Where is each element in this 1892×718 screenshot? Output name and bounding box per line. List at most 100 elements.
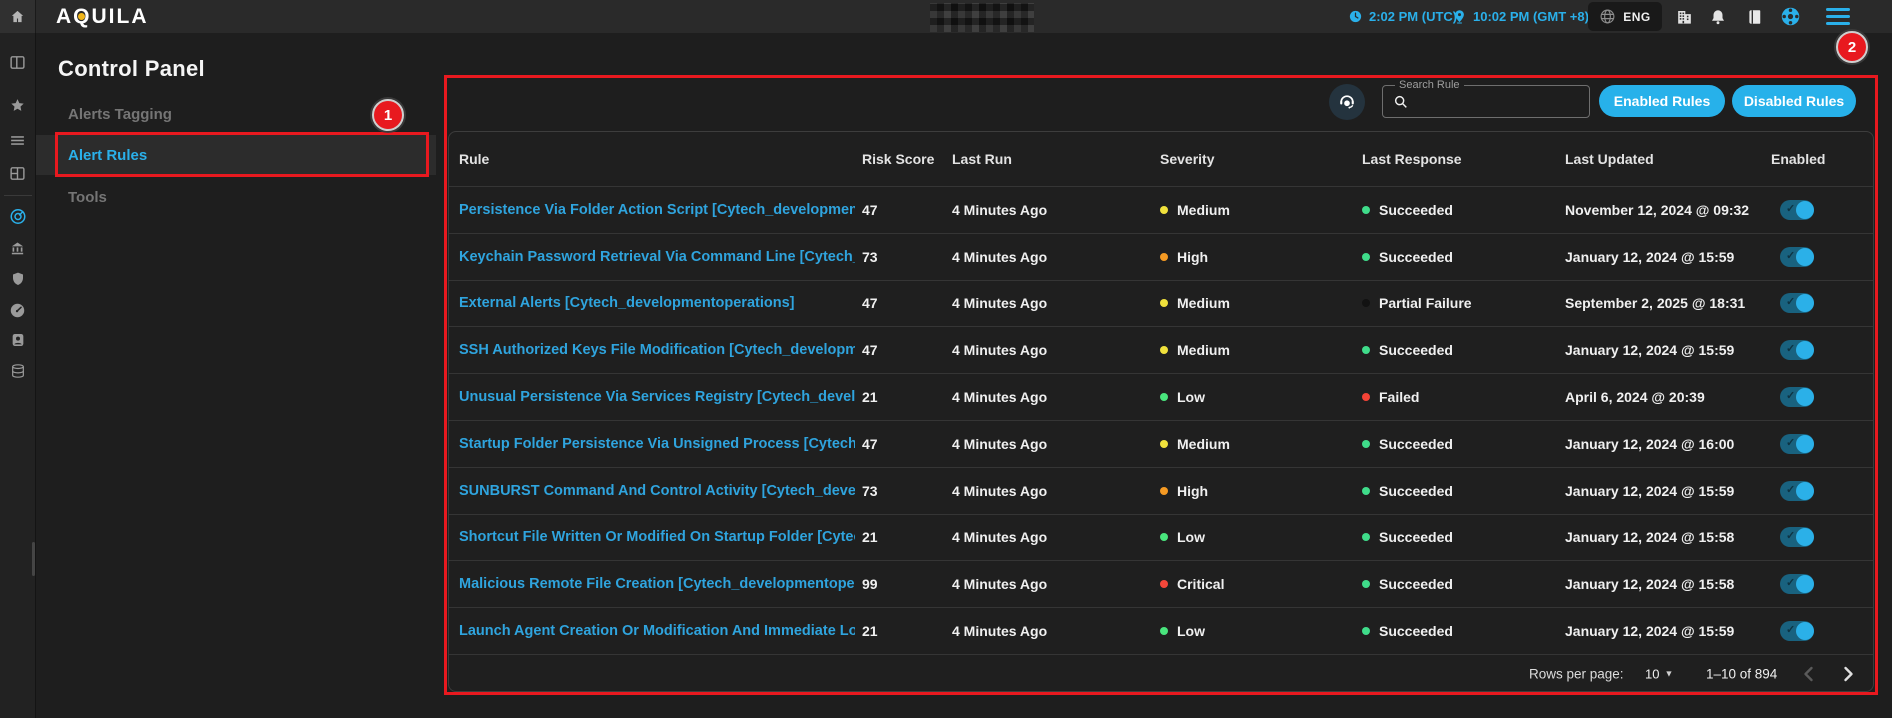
check-icon: ✓: [1786, 436, 1795, 449]
support-agent-button[interactable]: [1329, 84, 1365, 120]
response-dot: [1362, 206, 1370, 214]
menu-hamburger-icon[interactable]: [1826, 8, 1850, 25]
table-row: Startup Folder Persistence Via Unsigned …: [449, 420, 1873, 467]
gauge-speedometer-icon[interactable]: [9, 301, 27, 319]
severity-dot: [1160, 533, 1168, 541]
home-button[interactable]: [0, 0, 36, 33]
check-icon: ✓: [1786, 342, 1795, 355]
rule-link[interactable]: Persistence Via Folder Action Script [Cy…: [459, 202, 855, 218]
redacted-text-block: [930, 3, 1034, 32]
split-panel-icon[interactable]: [9, 53, 27, 71]
enabled-toggle[interactable]: ✓: [1780, 387, 1814, 407]
toggle-knob: [1796, 388, 1814, 406]
rule-link[interactable]: Startup Folder Persistence Via Unsigned …: [459, 436, 855, 452]
last-run: 4 Minutes Ago: [952, 342, 1047, 358]
rule-link[interactable]: Malicious Remote File Creation [Cytech_d…: [459, 576, 855, 592]
sidebar-item-alert-rules[interactable]: Alert Rules: [36, 135, 436, 175]
local-time: 10:02 PM (GMT +8): [1452, 0, 1589, 33]
notifications-bell-icon[interactable]: [1707, 6, 1728, 27]
home-icon: [9, 8, 26, 25]
rule-link[interactable]: External Alerts [Cytech_developmentopera…: [459, 295, 855, 311]
last-updated: September 2, 2025 @ 18:31: [1565, 295, 1745, 311]
organization-icon[interactable]: [1674, 6, 1695, 27]
check-icon: ✓: [1786, 389, 1795, 402]
last-run: 4 Minutes Ago: [952, 623, 1047, 639]
database-icon[interactable]: [9, 362, 27, 380]
enabled-toggle[interactable]: ✓: [1780, 340, 1814, 360]
check-icon: ✓: [1786, 483, 1795, 496]
risk-score: 47: [862, 342, 878, 358]
response-dot: [1362, 533, 1370, 541]
enabled-toggle[interactable]: ✓: [1780, 574, 1814, 594]
toggle-knob: [1796, 294, 1814, 312]
scrollbar-thumb[interactable]: [32, 542, 35, 576]
toggle-knob: [1796, 341, 1814, 359]
toggle-knob: [1796, 575, 1814, 593]
response-label: Succeeded: [1379, 202, 1453, 218]
shield-icon[interactable]: [9, 270, 27, 288]
response-label: Succeeded: [1379, 483, 1453, 499]
favorites-star-icon[interactable]: [9, 96, 27, 114]
language-label: ENG: [1623, 10, 1651, 24]
enabled-toggle[interactable]: ✓: [1780, 621, 1814, 641]
severity-label: Medium: [1177, 202, 1230, 218]
severity-dot: [1160, 487, 1168, 495]
previous-page-button[interactable]: [1795, 661, 1821, 687]
chevron-down-icon: ▼: [1664, 669, 1673, 679]
logo-eye-icon: [78, 13, 85, 20]
rule-link[interactable]: SUNBURST Command And Control Activity [C…: [459, 483, 855, 499]
response-dot: [1362, 299, 1370, 307]
last-run: 4 Minutes Ago: [952, 436, 1047, 452]
severity-dot: [1160, 393, 1168, 401]
toggle-knob: [1796, 435, 1814, 453]
help-wheel-icon[interactable]: [1780, 6, 1801, 27]
risk-score: 73: [862, 483, 878, 499]
search-input[interactable]: [1417, 94, 1567, 109]
bank-institution-icon[interactable]: [9, 239, 27, 257]
last-updated: January 12, 2024 @ 15:59: [1565, 249, 1734, 265]
enabled-toggle[interactable]: ✓: [1780, 481, 1814, 501]
response-dot: [1362, 346, 1370, 354]
top-bar: AQUILA 2:02 PM (UTC) 10:02 PM (GMT +8) E…: [0, 0, 1892, 33]
last-updated: January 12, 2024 @ 15:59: [1565, 342, 1734, 358]
risk-score: 21: [862, 623, 878, 639]
clock-icon: [1348, 9, 1363, 24]
enabled-toggle[interactable]: ✓: [1780, 200, 1814, 220]
rule-link[interactable]: Keychain Password Retrieval Via Command …: [459, 249, 855, 265]
next-page-button[interactable]: [1835, 661, 1861, 687]
radar-target-icon-active[interactable]: [9, 207, 27, 225]
language-selector[interactable]: ENG: [1588, 2, 1662, 31]
list-menu-icon[interactable]: [9, 131, 27, 149]
pagination-range: 1–10 of 894: [1706, 666, 1777, 681]
page-title: Control Panel: [58, 56, 205, 82]
rule-link[interactable]: Launch Agent Creation Or Modification An…: [459, 623, 855, 639]
risk-score: 99: [862, 576, 878, 592]
search-field-label: Search Rule: [1395, 79, 1464, 91]
enabled-toggle[interactable]: ✓: [1780, 247, 1814, 267]
enabled-toggle[interactable]: ✓: [1780, 293, 1814, 313]
rule-link[interactable]: Unusual Persistence Via Services Registr…: [459, 389, 855, 405]
severity-dot: [1160, 253, 1168, 261]
severity-dot: [1160, 206, 1168, 214]
rule-link[interactable]: SSH Authorized Keys File Modification [C…: [459, 342, 855, 358]
documentation-book-icon[interactable]: [1744, 6, 1765, 27]
severity-dot: [1160, 346, 1168, 354]
location-pin-icon: [1452, 9, 1467, 24]
check-icon: ✓: [1786, 202, 1795, 215]
rows-per-page-select[interactable]: 10▼: [1645, 666, 1673, 681]
enabled-toggle[interactable]: ✓: [1780, 434, 1814, 454]
enabled-rules-button[interactable]: Enabled Rules: [1599, 85, 1725, 117]
dashboard-layout-icon[interactable]: [9, 164, 27, 182]
search-rule-field[interactable]: Search Rule: [1382, 85, 1590, 118]
enabled-toggle[interactable]: ✓: [1780, 527, 1814, 547]
risk-score: 21: [862, 389, 878, 405]
disabled-rules-button[interactable]: Disabled Rules: [1732, 85, 1856, 117]
rule-link[interactable]: Shortcut File Written Or Modified On Sta…: [459, 529, 855, 545]
severity-dot: [1160, 627, 1168, 635]
check-icon: ✓: [1786, 623, 1795, 636]
risk-score: 21: [862, 529, 878, 545]
sidebar-item-tools[interactable]: Tools: [36, 177, 436, 217]
toggle-knob: [1796, 201, 1814, 219]
person-badge-icon[interactable]: [9, 331, 27, 349]
app-logo[interactable]: AQUILA: [56, 5, 149, 29]
